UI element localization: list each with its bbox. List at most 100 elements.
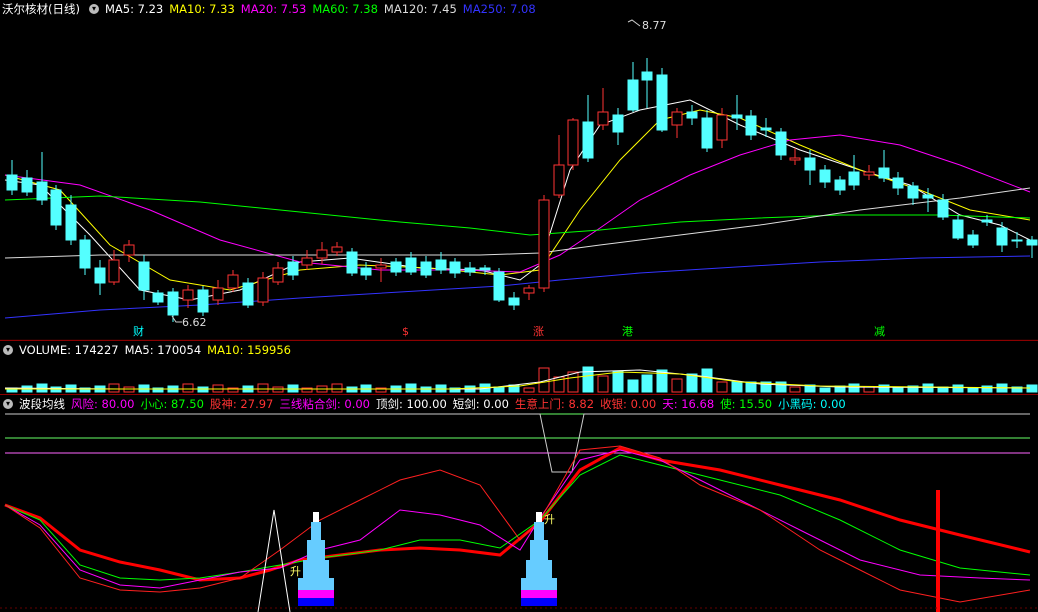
volume-bar <box>981 385 993 393</box>
candle-body <box>967 234 979 246</box>
volume-bar <box>523 387 535 393</box>
candle-body <box>331 246 343 253</box>
panel-divider <box>0 340 1038 341</box>
candle-body <box>538 199 550 289</box>
signal-tower-2-block <box>521 578 557 590</box>
signal-label-1: 升 <box>290 565 301 578</box>
candle-body <box>21 177 33 193</box>
candle-body <box>863 171 875 176</box>
signal-tower-2-tip <box>536 512 542 522</box>
volume-bar <box>892 387 904 393</box>
event-marker-cai[interactable]: 财 <box>133 326 144 338</box>
candle-body <box>375 264 387 269</box>
volume-bar <box>331 383 343 393</box>
candle-body <box>597 111 609 126</box>
signal-tower-2-base <box>521 598 557 606</box>
volume-chart[interactable] <box>0 344 1038 394</box>
candle-body <box>686 111 698 119</box>
volume-bar <box>671 378 683 393</box>
event-marker-gang[interactable]: 港 <box>622 326 633 338</box>
candle-body <box>346 251 358 274</box>
candle-body <box>553 164 565 196</box>
low-price-label: 6.62 <box>182 316 207 329</box>
volume-bar <box>686 373 698 393</box>
candle-body <box>922 194 934 199</box>
candle-body <box>819 169 831 183</box>
top-sword-line <box>5 413 1030 473</box>
price-chart[interactable] <box>0 0 1038 340</box>
ma120-line <box>4 187 1031 259</box>
candle-body <box>182 289 194 301</box>
candle-body <box>716 114 728 141</box>
candle-body <box>834 179 846 191</box>
volume-bar <box>848 383 860 393</box>
candle-body <box>892 177 904 189</box>
volume-bar <box>731 381 743 393</box>
candle-body <box>996 227 1008 246</box>
candle-body <box>50 189 62 226</box>
candle-body <box>197 289 209 313</box>
signal-tower-2-block <box>534 522 544 540</box>
tian-line <box>4 449 1031 589</box>
signal-tower-2-base <box>521 590 557 598</box>
event-marker-jian[interactable]: 减 <box>874 326 885 338</box>
candle-body <box>316 249 328 259</box>
candle-body <box>907 185 919 199</box>
candle-body <box>212 287 224 301</box>
event-marker-zhang[interactable]: 涨 <box>533 326 544 338</box>
candle-body <box>36 181 48 201</box>
candle-body <box>360 267 372 276</box>
candle-body <box>272 267 284 283</box>
candle-body <box>449 261 461 274</box>
volume-bar <box>405 383 417 393</box>
volume-bar <box>182 383 194 393</box>
signal-tower-2-block <box>526 560 552 578</box>
volume-bar <box>627 379 639 393</box>
candle-body <box>227 274 239 289</box>
candle-body <box>6 174 18 191</box>
volume-bar <box>582 366 594 393</box>
candle-body <box>775 131 787 156</box>
candle-body <box>508 297 520 306</box>
signal-tower-1-block <box>298 578 334 590</box>
candle-body <box>138 261 150 291</box>
volume-bar <box>701 368 713 393</box>
volume-bar <box>922 383 934 393</box>
candle-body <box>981 219 993 223</box>
volume-bar <box>789 386 801 393</box>
candle-body <box>123 244 135 256</box>
candle-body <box>627 79 639 111</box>
volume-ma10-line <box>5 371 1031 390</box>
volume-bar <box>493 386 505 393</box>
signal-tower-1-block <box>311 522 321 540</box>
candle-body <box>937 199 949 218</box>
volume-bar <box>819 387 831 393</box>
event-marker-dollar[interactable]: $ <box>402 326 409 338</box>
candle-body <box>656 74 668 131</box>
candle-body <box>760 127 772 131</box>
risk-line <box>4 445 1031 603</box>
spike-line <box>257 509 291 612</box>
candle-body <box>804 157 816 171</box>
volume-bar <box>597 375 609 393</box>
candle-body <box>848 171 860 186</box>
signal-tower-1-tip <box>313 512 319 522</box>
ma60-line <box>4 195 1031 236</box>
panel-divider <box>0 394 1038 395</box>
volume-bar <box>863 386 875 393</box>
candle-body <box>287 261 299 276</box>
candle-body <box>79 239 91 269</box>
candle-body <box>567 119 579 166</box>
volume-bar <box>1026 384 1038 393</box>
ma250-line <box>4 255 1031 319</box>
candle-body <box>582 121 594 159</box>
volume-bar <box>716 381 728 393</box>
shi-line <box>4 454 1031 581</box>
indicator-chart[interactable] <box>0 400 1038 612</box>
candle-body <box>952 219 964 239</box>
candle-body <box>1026 239 1038 246</box>
candle-body <box>745 115 757 136</box>
candle-body <box>435 259 447 271</box>
volume-bar <box>952 384 964 393</box>
volume-bar <box>641 374 653 393</box>
